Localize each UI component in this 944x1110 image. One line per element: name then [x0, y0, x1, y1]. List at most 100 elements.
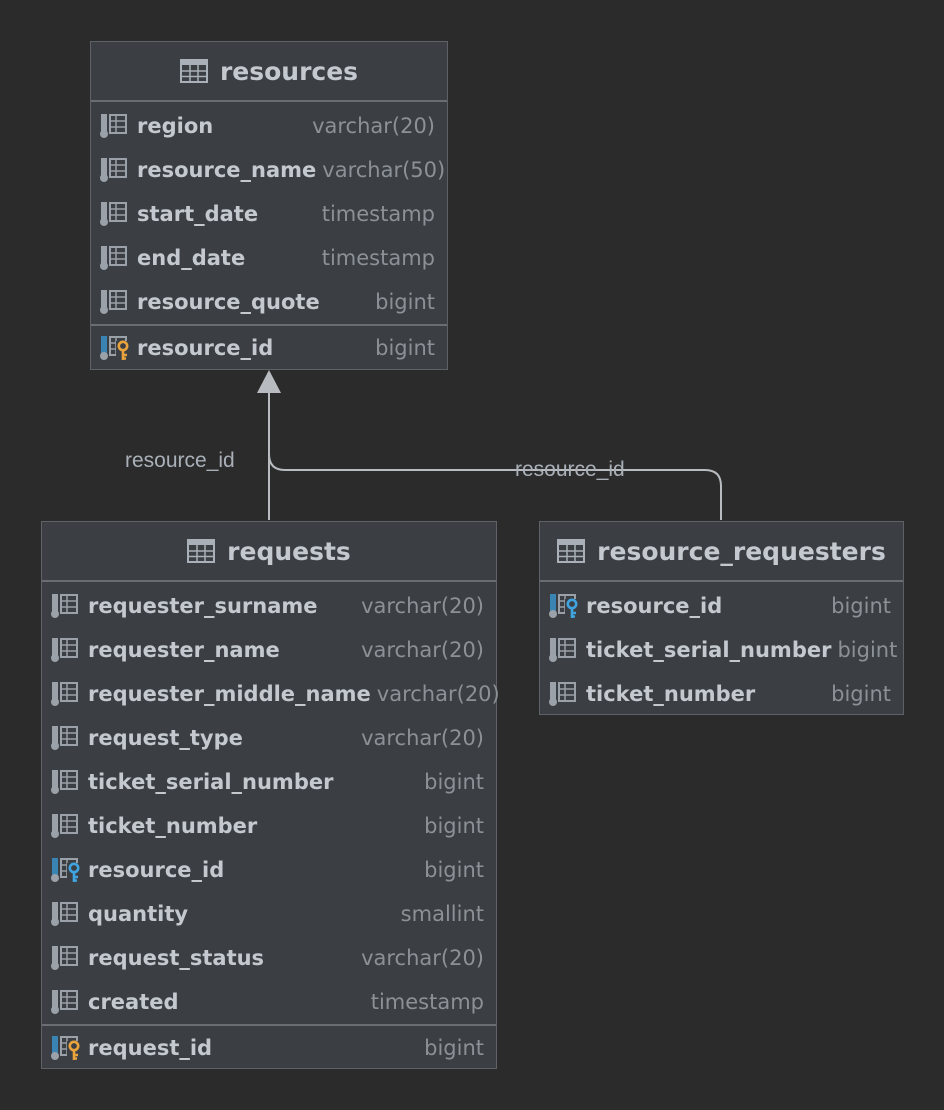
- column-type: timestamp: [370, 990, 484, 1014]
- edge-arrowhead: [257, 370, 281, 393]
- column-icon: [51, 770, 78, 794]
- column-name: requester_surname: [88, 594, 318, 618]
- column-row[interactable]: requester_middle_name varchar(20): [42, 672, 500, 716]
- column-type: bigint: [424, 858, 484, 882]
- column-type: bigint: [375, 290, 435, 314]
- foreign-key-icon: [549, 594, 579, 619]
- column-type: varchar(50): [322, 158, 446, 182]
- column-name: requester_middle_name: [88, 682, 371, 706]
- column-icon: [100, 246, 127, 270]
- column-list: requester_surname varchar(20) requester_na…: [42, 582, 500, 1070]
- column-name: request_status: [88, 946, 265, 970]
- column-type: bigint: [424, 814, 484, 838]
- column-type: bigint: [837, 638, 898, 662]
- table-title: resources: [219, 56, 359, 86]
- table-icon: [187, 539, 216, 563]
- column-type: bigint: [375, 336, 435, 360]
- column-icon: [51, 946, 78, 970]
- column-name: ticket_number: [88, 814, 258, 838]
- column-icon: [100, 202, 127, 226]
- column-type: varchar(20): [361, 726, 484, 750]
- column-row[interactable]: request_type varchar(20): [42, 716, 496, 760]
- column-icon: [100, 158, 127, 182]
- column-icon: [51, 814, 78, 838]
- column-name: request_id: [88, 1036, 213, 1060]
- table-icon: [179, 59, 208, 83]
- column-row[interactable]: requester_name varchar(20): [42, 628, 496, 672]
- column-type: timestamp: [321, 202, 435, 226]
- edge-label-resource-requesters-resource-id: resource_id: [515, 458, 625, 481]
- column-type: varchar(20): [312, 114, 435, 138]
- column-list: region varchar(20) resource_name varchar(50…: [91, 102, 447, 370]
- column-type: bigint: [424, 1036, 484, 1060]
- column-type: bigint: [831, 682, 891, 706]
- column-row[interactable]: resource_name varchar(50): [91, 148, 447, 192]
- primary-key-icon: [100, 336, 130, 361]
- column-row[interactable]: requester_surname varchar(20): [42, 584, 496, 628]
- column-icon: [51, 902, 78, 926]
- column-row[interactable]: end_date timestamp: [91, 236, 447, 280]
- column-row[interactable]: ticket_serial_number bigint: [42, 760, 496, 804]
- column-row[interactable]: request_status varchar(20): [42, 936, 496, 980]
- column-row[interactable]: ticket_number bigint: [540, 672, 903, 716]
- column-name: resource_quote: [137, 290, 320, 314]
- column-name: requester_name: [88, 638, 280, 662]
- column-name: ticket_number: [586, 682, 756, 706]
- column-type: smallint: [400, 902, 484, 926]
- column-name: quantity: [88, 902, 189, 926]
- table-title: resource_requesters: [597, 536, 886, 566]
- column-type: varchar(20): [361, 594, 484, 618]
- column-name: resource_id: [88, 858, 225, 882]
- table-header: requests: [42, 522, 496, 582]
- table-icon: [557, 539, 586, 563]
- column-icon: [100, 114, 127, 138]
- foreign-key-row[interactable]: resource_id bigint: [42, 848, 496, 892]
- column-type: bigint: [831, 594, 891, 618]
- column-type: varchar(20): [376, 682, 500, 706]
- column-icon: [51, 726, 78, 750]
- table-header: resources: [91, 42, 447, 102]
- column-name: created: [88, 990, 179, 1014]
- column-icon: [51, 682, 78, 706]
- foreign-key-row[interactable]: resource_id bigint: [540, 584, 903, 628]
- primary-key-row[interactable]: request_id bigint: [42, 1026, 496, 1070]
- column-icon: [51, 638, 78, 662]
- column-icon: [549, 682, 576, 706]
- column-row[interactable]: ticket_serial_number bigint: [540, 628, 903, 672]
- column-row[interactable]: resource_quote bigint: [91, 280, 447, 324]
- column-name: resource_name: [137, 158, 317, 182]
- column-name: ticket_serial_number: [586, 638, 832, 662]
- column-list: resource_id bigint ticket_serial_number big…: [540, 582, 903, 716]
- edge-resource-requesters-to-resources[interactable]: [268, 453, 722, 520]
- column-icon: [100, 290, 127, 314]
- column-name: start_date: [137, 202, 259, 226]
- table-header: resource_requesters: [540, 522, 903, 582]
- primary-key-row[interactable]: resource_id bigint: [91, 326, 447, 370]
- column-icon: [549, 638, 576, 662]
- edge-label-requests-resource-id: resource_id: [125, 449, 235, 472]
- column-icon: [51, 594, 78, 618]
- column-name: resource_id: [137, 336, 274, 360]
- column-type: timestamp: [321, 246, 435, 270]
- table-resource-requesters[interactable]: resource_requesters resource_id bigint tic…: [539, 521, 904, 715]
- table-requests[interactable]: requests requester_surname varchar(20) req…: [41, 521, 500, 1070]
- column-row[interactable]: created timestamp: [42, 980, 496, 1024]
- column-name: end_date: [137, 246, 246, 270]
- column-name: request_type: [88, 726, 243, 750]
- column-type: varchar(20): [361, 638, 484, 662]
- column-row[interactable]: region varchar(20): [91, 104, 447, 148]
- column-type: varchar(20): [361, 946, 484, 970]
- primary-key-icon: [51, 1036, 81, 1061]
- foreign-key-icon: [51, 858, 81, 883]
- column-icon: [51, 990, 78, 1014]
- column-name: resource_id: [586, 594, 723, 618]
- er-diagram-canvas: resource_id resource_id resources region…: [0, 0, 944, 1110]
- column-type: bigint: [424, 770, 484, 794]
- column-name: region: [137, 114, 214, 138]
- table-title: requests: [227, 536, 351, 566]
- column-row[interactable]: ticket_number bigint: [42, 804, 496, 848]
- column-row[interactable]: quantity smallint: [42, 892, 496, 936]
- column-name: ticket_serial_number: [88, 770, 334, 794]
- column-row[interactable]: start_date timestamp: [91, 192, 447, 236]
- table-resources[interactable]: resources region varchar(20) resource_name…: [90, 41, 448, 370]
